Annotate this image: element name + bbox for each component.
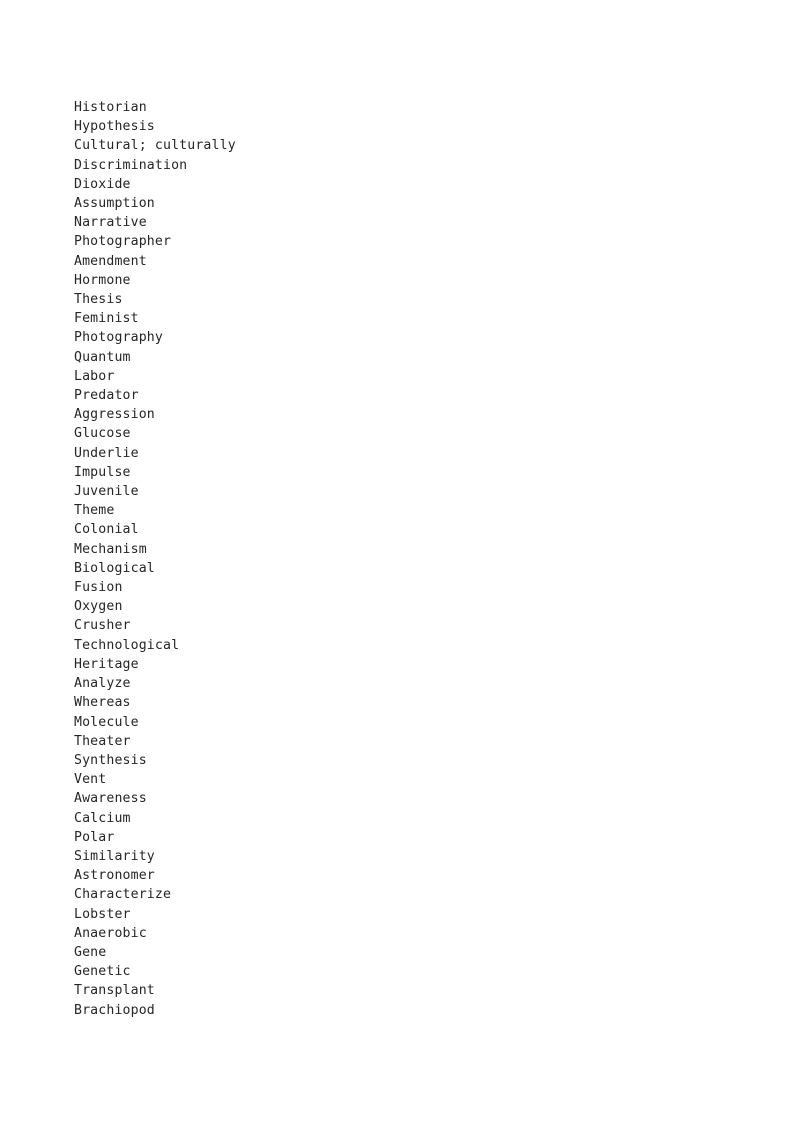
word-list-item: Lobster bbox=[74, 906, 131, 922]
word-list-item: Hypothesis bbox=[74, 119, 155, 135]
word-list-item: Synthesis bbox=[74, 752, 147, 768]
word-list-item: Fusion bbox=[74, 580, 123, 596]
word-list-item: Quantum bbox=[74, 349, 131, 365]
word-list-item: Dioxide bbox=[74, 176, 131, 192]
word-list-item: Analyze bbox=[74, 676, 131, 692]
word-list-item: Historian bbox=[74, 100, 147, 115]
word-list-item: Polar bbox=[74, 829, 115, 845]
word-list-item: Anaerobic bbox=[74, 925, 147, 941]
word-list-item: Amendment bbox=[74, 253, 147, 269]
word-list-item: Molecule bbox=[74, 714, 139, 730]
word-list-item: Technological bbox=[74, 637, 180, 653]
word-list-item: Assumption bbox=[74, 196, 155, 212]
word-list-item: Crusher bbox=[74, 618, 131, 634]
word-list-item: Theater bbox=[74, 733, 131, 749]
word-list-item: Calcium bbox=[74, 810, 131, 826]
word-list-item: Heritage bbox=[74, 656, 139, 672]
word-list-item: Theme bbox=[74, 503, 115, 519]
word-list-item: Similarity bbox=[74, 848, 155, 864]
word-list-item: Impulse bbox=[74, 464, 131, 480]
word-list-item: Oxygen bbox=[74, 599, 123, 615]
word-list-item: Genetic bbox=[74, 964, 131, 980]
word-list-item: Aggression bbox=[74, 407, 155, 423]
word-list-item: Photography bbox=[74, 330, 163, 346]
word-list-item: Transplant bbox=[74, 983, 155, 999]
word-list-item: Juvenile bbox=[74, 484, 139, 500]
word-list-item: Colonial bbox=[74, 522, 139, 538]
word-list-item: Astronomer bbox=[74, 868, 155, 884]
word-list-item: Hormone bbox=[74, 272, 131, 288]
word-list-item: Photographer bbox=[74, 234, 172, 250]
word-list-item: Vent bbox=[74, 772, 107, 788]
word-list-item: Awareness bbox=[74, 791, 147, 807]
word-list-item: Glucose bbox=[74, 426, 131, 442]
word-list-item: Mechanism bbox=[74, 541, 147, 557]
word-list-item: Gene bbox=[74, 944, 107, 960]
word-list-item: Discrimination bbox=[74, 157, 188, 173]
word-list-item: Predator bbox=[74, 388, 139, 404]
word-list-item: Characterize bbox=[74, 887, 172, 903]
document-page: Historian Hypothesis Cultural; culturally D… bbox=[0, 0, 793, 1122]
word-list-item: Thesis bbox=[74, 292, 123, 308]
word-list-item: Cultural; culturally bbox=[74, 138, 236, 154]
word-list-item: Brachiopod bbox=[74, 1002, 155, 1018]
word-list-item: Narrative bbox=[74, 215, 147, 231]
word-list-item: Labor bbox=[74, 368, 115, 384]
word-list-item: Underlie bbox=[74, 445, 139, 461]
vocabulary-word-list: Historian Hypothesis Cultural; culturally D… bbox=[74, 98, 236, 1020]
word-list-item: Whereas bbox=[74, 695, 131, 711]
word-list-item: Biological bbox=[74, 560, 155, 576]
word-list-item: Feminist bbox=[74, 311, 139, 327]
